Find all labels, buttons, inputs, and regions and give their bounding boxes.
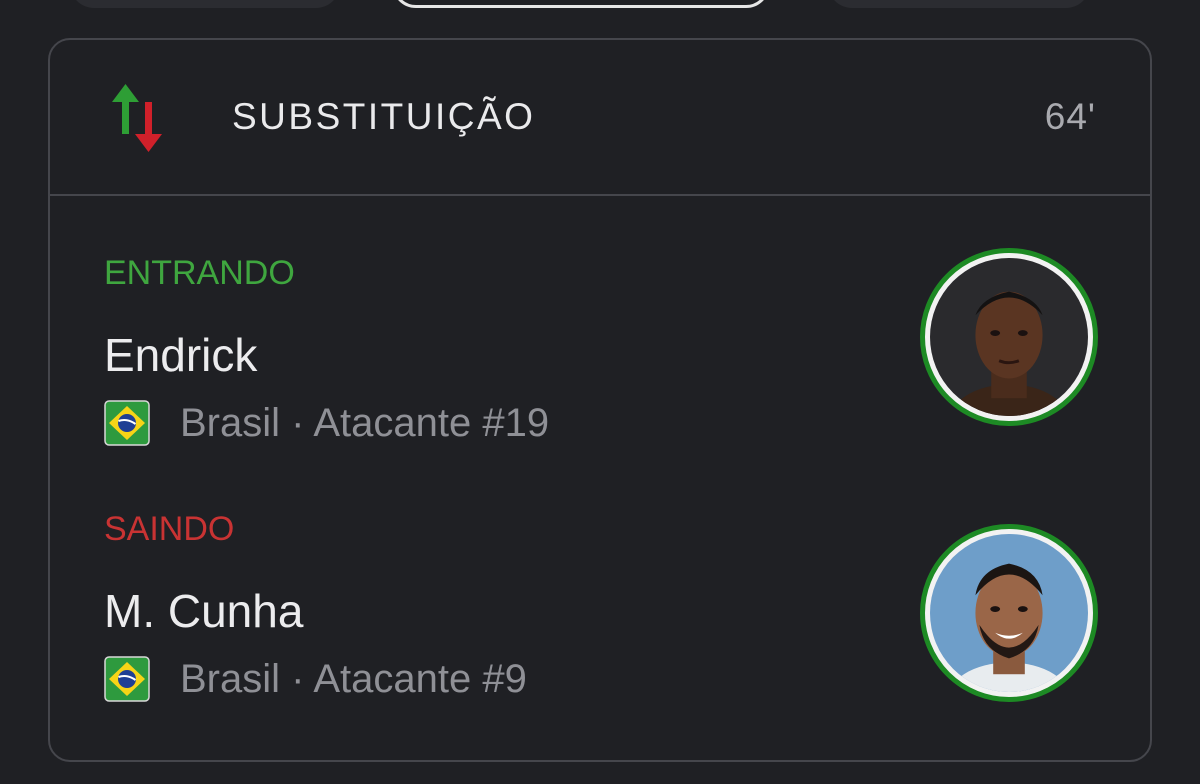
player-photo-icon [930,534,1088,692]
brazil-flag-icon [104,400,150,446]
status-label-out: SAINDO [104,510,235,548]
player-avatar-out[interactable] [920,524,1098,702]
substitution-minute: 64' [1044,96,1096,137]
brazil-flag-icon [104,656,150,702]
player-in-section[interactable]: ENTRANDO Endrick Brasil · Atacante #19 [50,248,1150,468]
player-meta-out: Brasil · Atacante #9 [104,654,527,704]
substitution-arrows-icon [110,84,174,152]
card-title: SUBSTITUIÇÃO [232,96,536,137]
player-meta-in: Brasil · Atacante #19 [104,398,549,448]
player-meta-text-out: Brasil · Atacante #9 [180,656,527,701]
player-name-out: M. Cunha [104,585,304,637]
player-photo-icon [930,258,1088,416]
player-out-section[interactable]: SAINDO M. Cunha Brasil · Atacante #9 [50,504,1150,724]
top-tab-left[interactable] [70,0,340,8]
substitution-card: SUBSTITUIÇÃO 64' ENTRANDO Endrick Brasil… [48,38,1152,762]
status-label-in: ENTRANDO [104,254,295,292]
top-tab-selected[interactable] [392,0,770,8]
player-name-in: Endrick [104,329,258,381]
player-meta-text-in: Brasil · Atacante #19 [180,400,550,445]
card-header: SUBSTITUIÇÃO 64' [50,40,1150,196]
player-avatar-in[interactable] [920,248,1098,426]
top-tab-right[interactable] [828,0,1090,8]
